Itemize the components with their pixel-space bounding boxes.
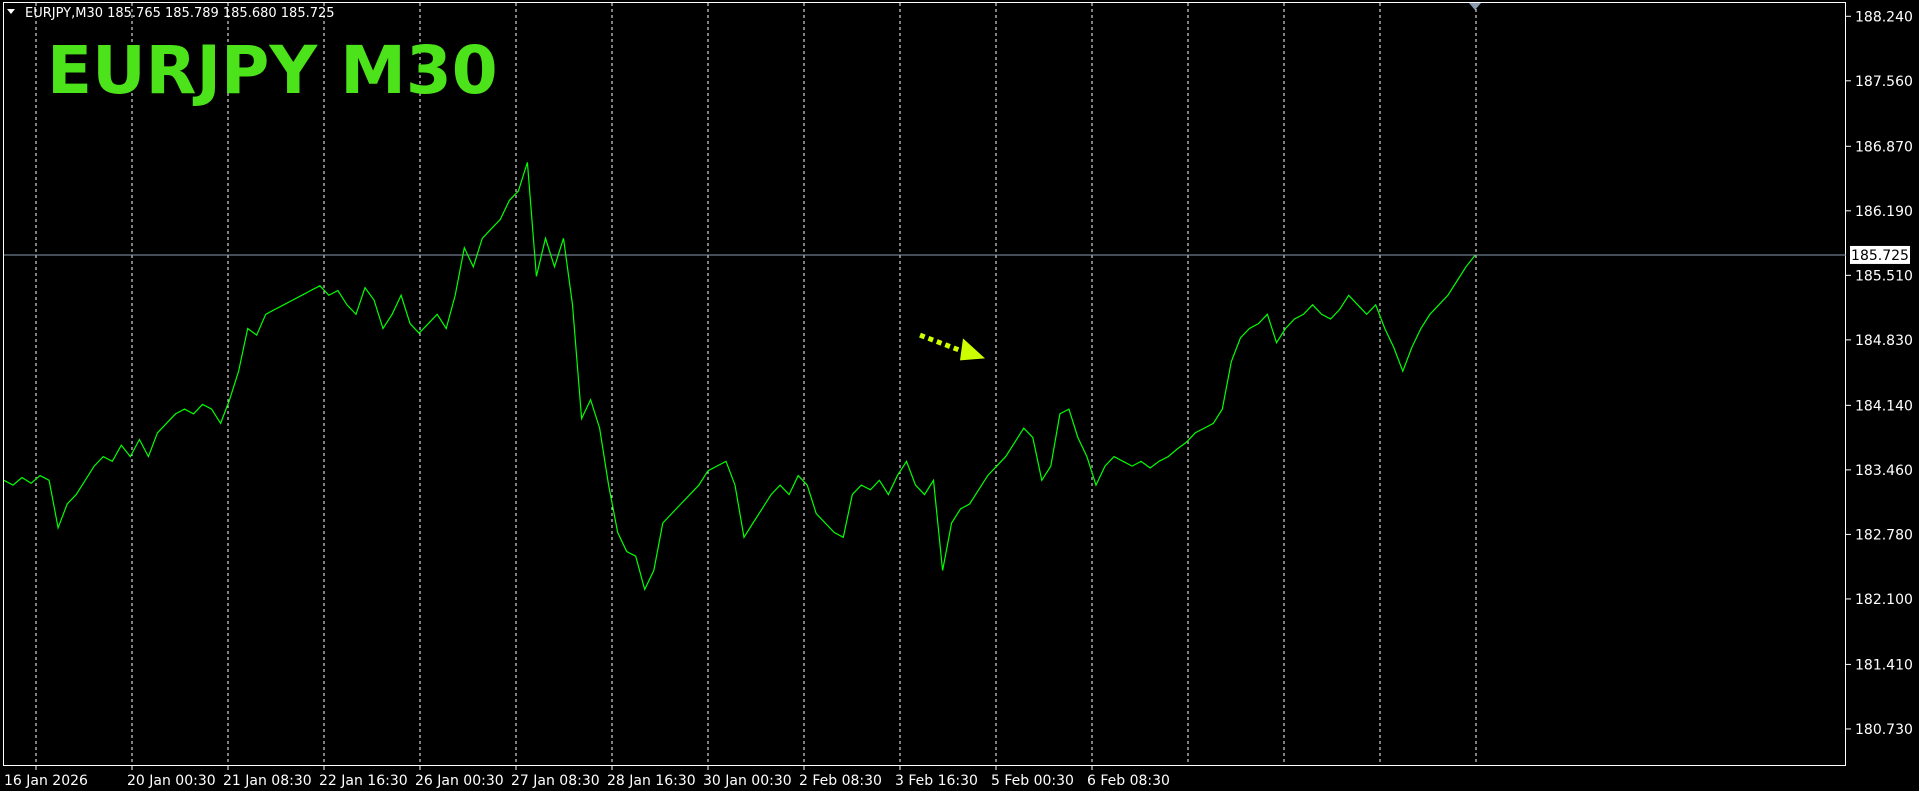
price-chart[interactable]: 188.240 187.560 186.870 186.190 185.510 184.8… <box>0 0 1919 791</box>
x-tick-label: 30 Jan 00:30 <box>703 773 792 789</box>
y-tick-label: 184.140 <box>1855 398 1913 414</box>
symbol-info-text: EURJPY,M30 185.765 185.789 185.680 185.7… <box>25 6 335 21</box>
current-price-label: 185.725 <box>1851 248 1909 264</box>
y-tick-label: 184.830 <box>1855 333 1913 349</box>
y-tick-label: 180.730 <box>1855 722 1913 738</box>
x-tick-label: 26 Jan 00:30 <box>415 773 504 789</box>
x-tick-label: 6 Feb 08:30 <box>1087 773 1170 789</box>
y-tick-label: 185.510 <box>1855 268 1913 284</box>
y-tick-label: 182.780 <box>1855 527 1913 543</box>
y-tick-label: 181.410 <box>1855 657 1913 673</box>
current-price-tag: 185.725 <box>1850 245 1910 264</box>
chart-background <box>0 0 1919 791</box>
y-tick-label: 186.870 <box>1855 139 1913 155</box>
y-tick-label: 183.460 <box>1855 463 1913 479</box>
y-tick-label: 187.560 <box>1855 74 1913 90</box>
overlay-symbol-label: EURJPY M30 <box>47 32 498 109</box>
x-tick-label: 3 Feb 16:30 <box>895 773 978 789</box>
x-tick-label: 22 Jan 16:30 <box>319 773 408 789</box>
x-tick-label: 5 Feb 00:30 <box>991 773 1074 789</box>
x-tick-label: 21 Jan 08:30 <box>223 773 312 789</box>
y-tick-label: 186.190 <box>1855 204 1913 220</box>
x-tick-label: 28 Jan 16:30 <box>607 773 696 789</box>
symbol-info-bar: EURJPY,M30 185.765 185.789 185.680 185.7… <box>7 6 335 21</box>
y-tick-label: 182.100 <box>1855 592 1913 608</box>
x-tick-label: 2 Feb 08:30 <box>799 773 882 789</box>
x-tick-label: 27 Jan 08:30 <box>511 773 600 789</box>
x-tick-label: 20 Jan 00:30 <box>127 773 216 789</box>
y-tick-label: 188.240 <box>1855 9 1913 25</box>
x-tick-label: 16 Jan 2026 <box>4 773 88 789</box>
